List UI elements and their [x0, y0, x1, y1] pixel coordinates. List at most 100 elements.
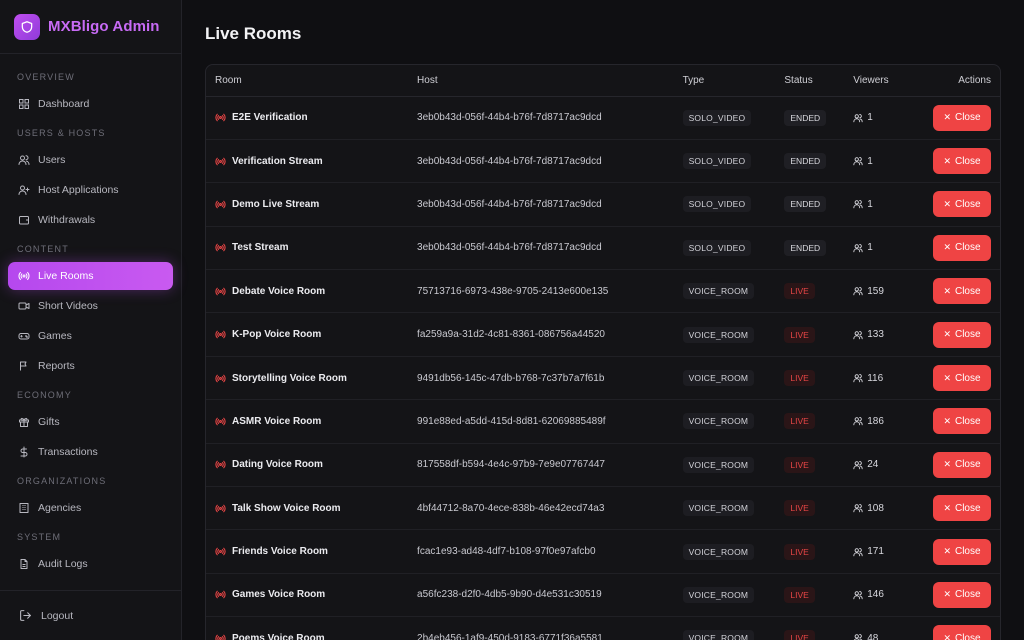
- sidebar-item-transactions[interactable]: Transactions: [8, 438, 173, 466]
- actions-cell: ✕ Close: [923, 269, 1000, 314]
- users-icon: [853, 633, 864, 640]
- status-badge: ENDED: [784, 109, 827, 126]
- actions-cell: ✕ Close: [923, 443, 1000, 488]
- actions-cell: ✕ Close: [923, 139, 1000, 184]
- table-row[interactable]: Talk Show Voice Room 4bf44712-8a70-4ece-…: [206, 486, 1000, 531]
- close-room-button[interactable]: ✕ Close: [933, 365, 991, 392]
- status-badge: LIVE: [784, 283, 815, 300]
- viewers-cell: 133: [844, 312, 924, 357]
- user-plus-icon: [17, 183, 31, 197]
- close-room-button[interactable]: ✕ Close: [933, 625, 991, 640]
- viewers-wrapper: 171: [853, 546, 924, 557]
- close-room-button[interactable]: ✕ Close: [933, 104, 991, 131]
- sidebar-item-agencies[interactable]: Agencies: [8, 494, 173, 522]
- viewers-cell: 116: [844, 356, 924, 401]
- type-cell: VOICE_ROOM: [673, 356, 776, 401]
- type-badge: SOLO_VIDEO: [682, 239, 752, 256]
- column-header-type[interactable]: Type: [673, 65, 776, 97]
- close-icon: ✕: [943, 372, 951, 383]
- sidebar-item-users[interactable]: Users: [8, 146, 173, 174]
- sidebar-item-short-videos[interactable]: Short Videos: [8, 292, 173, 320]
- column-header-host[interactable]: Host: [408, 65, 674, 97]
- users-icon: [853, 589, 864, 600]
- close-icon: ✕: [943, 415, 951, 426]
- brand[interactable]: MXBligo Admin: [0, 0, 181, 54]
- radio-icon: [215, 502, 227, 514]
- table-row[interactable]: Demo Live Stream 3eb0b43d-056f-44b4-b76f…: [206, 182, 1000, 227]
- sidebar-item-dashboard[interactable]: Dashboard: [8, 90, 173, 118]
- status-badge: LIVE: [784, 543, 815, 560]
- room-name: Test Stream: [232, 242, 289, 254]
- close-button-label: Close: [954, 198, 981, 210]
- table-row[interactable]: Poems Voice Room 2b4eb456-1af9-450d-9183…: [206, 616, 1000, 640]
- status-cell: LIVE: [775, 529, 845, 574]
- column-header-room[interactable]: Room: [206, 65, 409, 97]
- close-room-button[interactable]: ✕ Close: [933, 495, 991, 522]
- room-cell: Poems Voice Room: [206, 616, 409, 640]
- viewers-count: 133: [867, 329, 884, 341]
- radio-icon: [215, 415, 227, 427]
- sidebar-item-withdrawals[interactable]: Withdrawals: [8, 206, 173, 234]
- viewers-cell: 1: [844, 226, 924, 271]
- close-room-button[interactable]: ✕ Close: [933, 451, 991, 478]
- sidebar-item-live-rooms[interactable]: Live Rooms: [8, 262, 173, 290]
- column-header-status[interactable]: Status: [775, 65, 845, 97]
- close-room-button[interactable]: ✕ Close: [933, 321, 991, 348]
- host-id: 3eb0b43d-056f-44b4-b76f-7d8717ac9dcd: [408, 226, 674, 271]
- table-header-row: Room Host Type Status Viewers Actions: [206, 65, 1000, 97]
- actions-cell: ✕ Close: [923, 182, 1000, 227]
- sidebar: MXBligo Admin OVERVIEW Dashboard USERS & H…: [0, 0, 182, 640]
- table-row[interactable]: Storytelling Voice Room 9491db56-145c-47…: [206, 356, 1000, 401]
- table-row[interactable]: ASMR Voice Room 991e88ed-a5dd-415d-8d81-…: [206, 399, 1000, 444]
- close-room-button[interactable]: ✕ Close: [933, 278, 991, 305]
- table-row[interactable]: Games Voice Room a56fc238-d2f0-4db5-9b90…: [206, 573, 1000, 618]
- close-room-button[interactable]: ✕ Close: [933, 234, 991, 261]
- sidebar-item-gifts[interactable]: Gifts: [8, 408, 173, 436]
- type-cell: SOLO_VIDEO: [673, 96, 776, 140]
- close-room-button[interactable]: ✕ Close: [933, 538, 991, 565]
- close-room-button[interactable]: ✕ Close: [933, 148, 991, 175]
- table-row[interactable]: Friends Voice Room fcac1e93-ad48-4df7-b1…: [206, 529, 1000, 574]
- close-room-button[interactable]: ✕ Close: [933, 581, 991, 608]
- close-room-button[interactable]: ✕ Close: [933, 408, 991, 435]
- status-badge: LIVE: [784, 630, 815, 640]
- column-header-viewers[interactable]: Viewers: [844, 65, 924, 97]
- dollar-icon: [17, 445, 31, 459]
- logout-button[interactable]: Logout: [0, 590, 181, 640]
- room-name-wrapper: Talk Show Voice Room: [215, 502, 408, 514]
- host-id: 3eb0b43d-056f-44b4-b76f-7d8717ac9dcd: [408, 182, 674, 227]
- table-row[interactable]: Dating Voice Room 817558df-b594-4e4c-97b…: [206, 443, 1000, 488]
- table-row[interactable]: Verification Stream 3eb0b43d-056f-44b4-b…: [206, 139, 1000, 184]
- sidebar-item-reports[interactable]: Reports: [8, 352, 173, 380]
- room-cell: Verification Stream: [206, 139, 409, 184]
- table-row[interactable]: K-Pop Voice Room fa259a9a-31d2-4c81-8361…: [206, 312, 1000, 357]
- close-room-button[interactable]: ✕ Close: [933, 191, 991, 218]
- type-badge: VOICE_ROOM: [682, 586, 755, 603]
- video-icon: [17, 299, 31, 313]
- table-row[interactable]: E2E Verification 3eb0b43d-056f-44b4-b76f…: [206, 96, 1000, 140]
- host-id: 991e88ed-a5dd-415d-8d81-62069885489f: [408, 399, 674, 444]
- type-badge: VOICE_ROOM: [682, 456, 755, 473]
- sidebar-item-audit-logs[interactable]: Audit Logs: [8, 550, 173, 578]
- close-icon: ✕: [943, 589, 951, 600]
- type-badge: SOLO_VIDEO: [682, 196, 752, 213]
- nav-section-label: OVERVIEW: [17, 72, 75, 82]
- nav-section-label: SYSTEM: [17, 532, 62, 542]
- viewers-wrapper: 1: [853, 156, 924, 167]
- close-icon: ✕: [943, 155, 951, 166]
- sidebar-item-games[interactable]: Games: [8, 322, 173, 350]
- room-cell: Test Stream: [206, 226, 409, 271]
- close-button-label: Close: [954, 112, 981, 124]
- sidebar-item-label: Dashboard: [38, 98, 90, 110]
- host-id: fcac1e93-ad48-4df7-b108-97f0e97afcb0: [408, 529, 674, 574]
- sidebar-item-label: Users: [38, 154, 66, 166]
- sidebar-item-label: Games: [38, 330, 72, 342]
- users-icon: [853, 329, 864, 340]
- sidebar-item-host-applications[interactable]: Host Applications: [8, 176, 173, 204]
- status-badge: LIVE: [784, 326, 815, 343]
- table-row[interactable]: Test Stream 3eb0b43d-056f-44b4-b76f-7d87…: [206, 226, 1000, 271]
- table-row[interactable]: Debate Voice Room 75713716-6973-438e-970…: [206, 269, 1000, 314]
- status-cell: ENDED: [775, 226, 845, 271]
- users-icon: [853, 459, 864, 470]
- viewers-count: 1: [867, 155, 873, 167]
